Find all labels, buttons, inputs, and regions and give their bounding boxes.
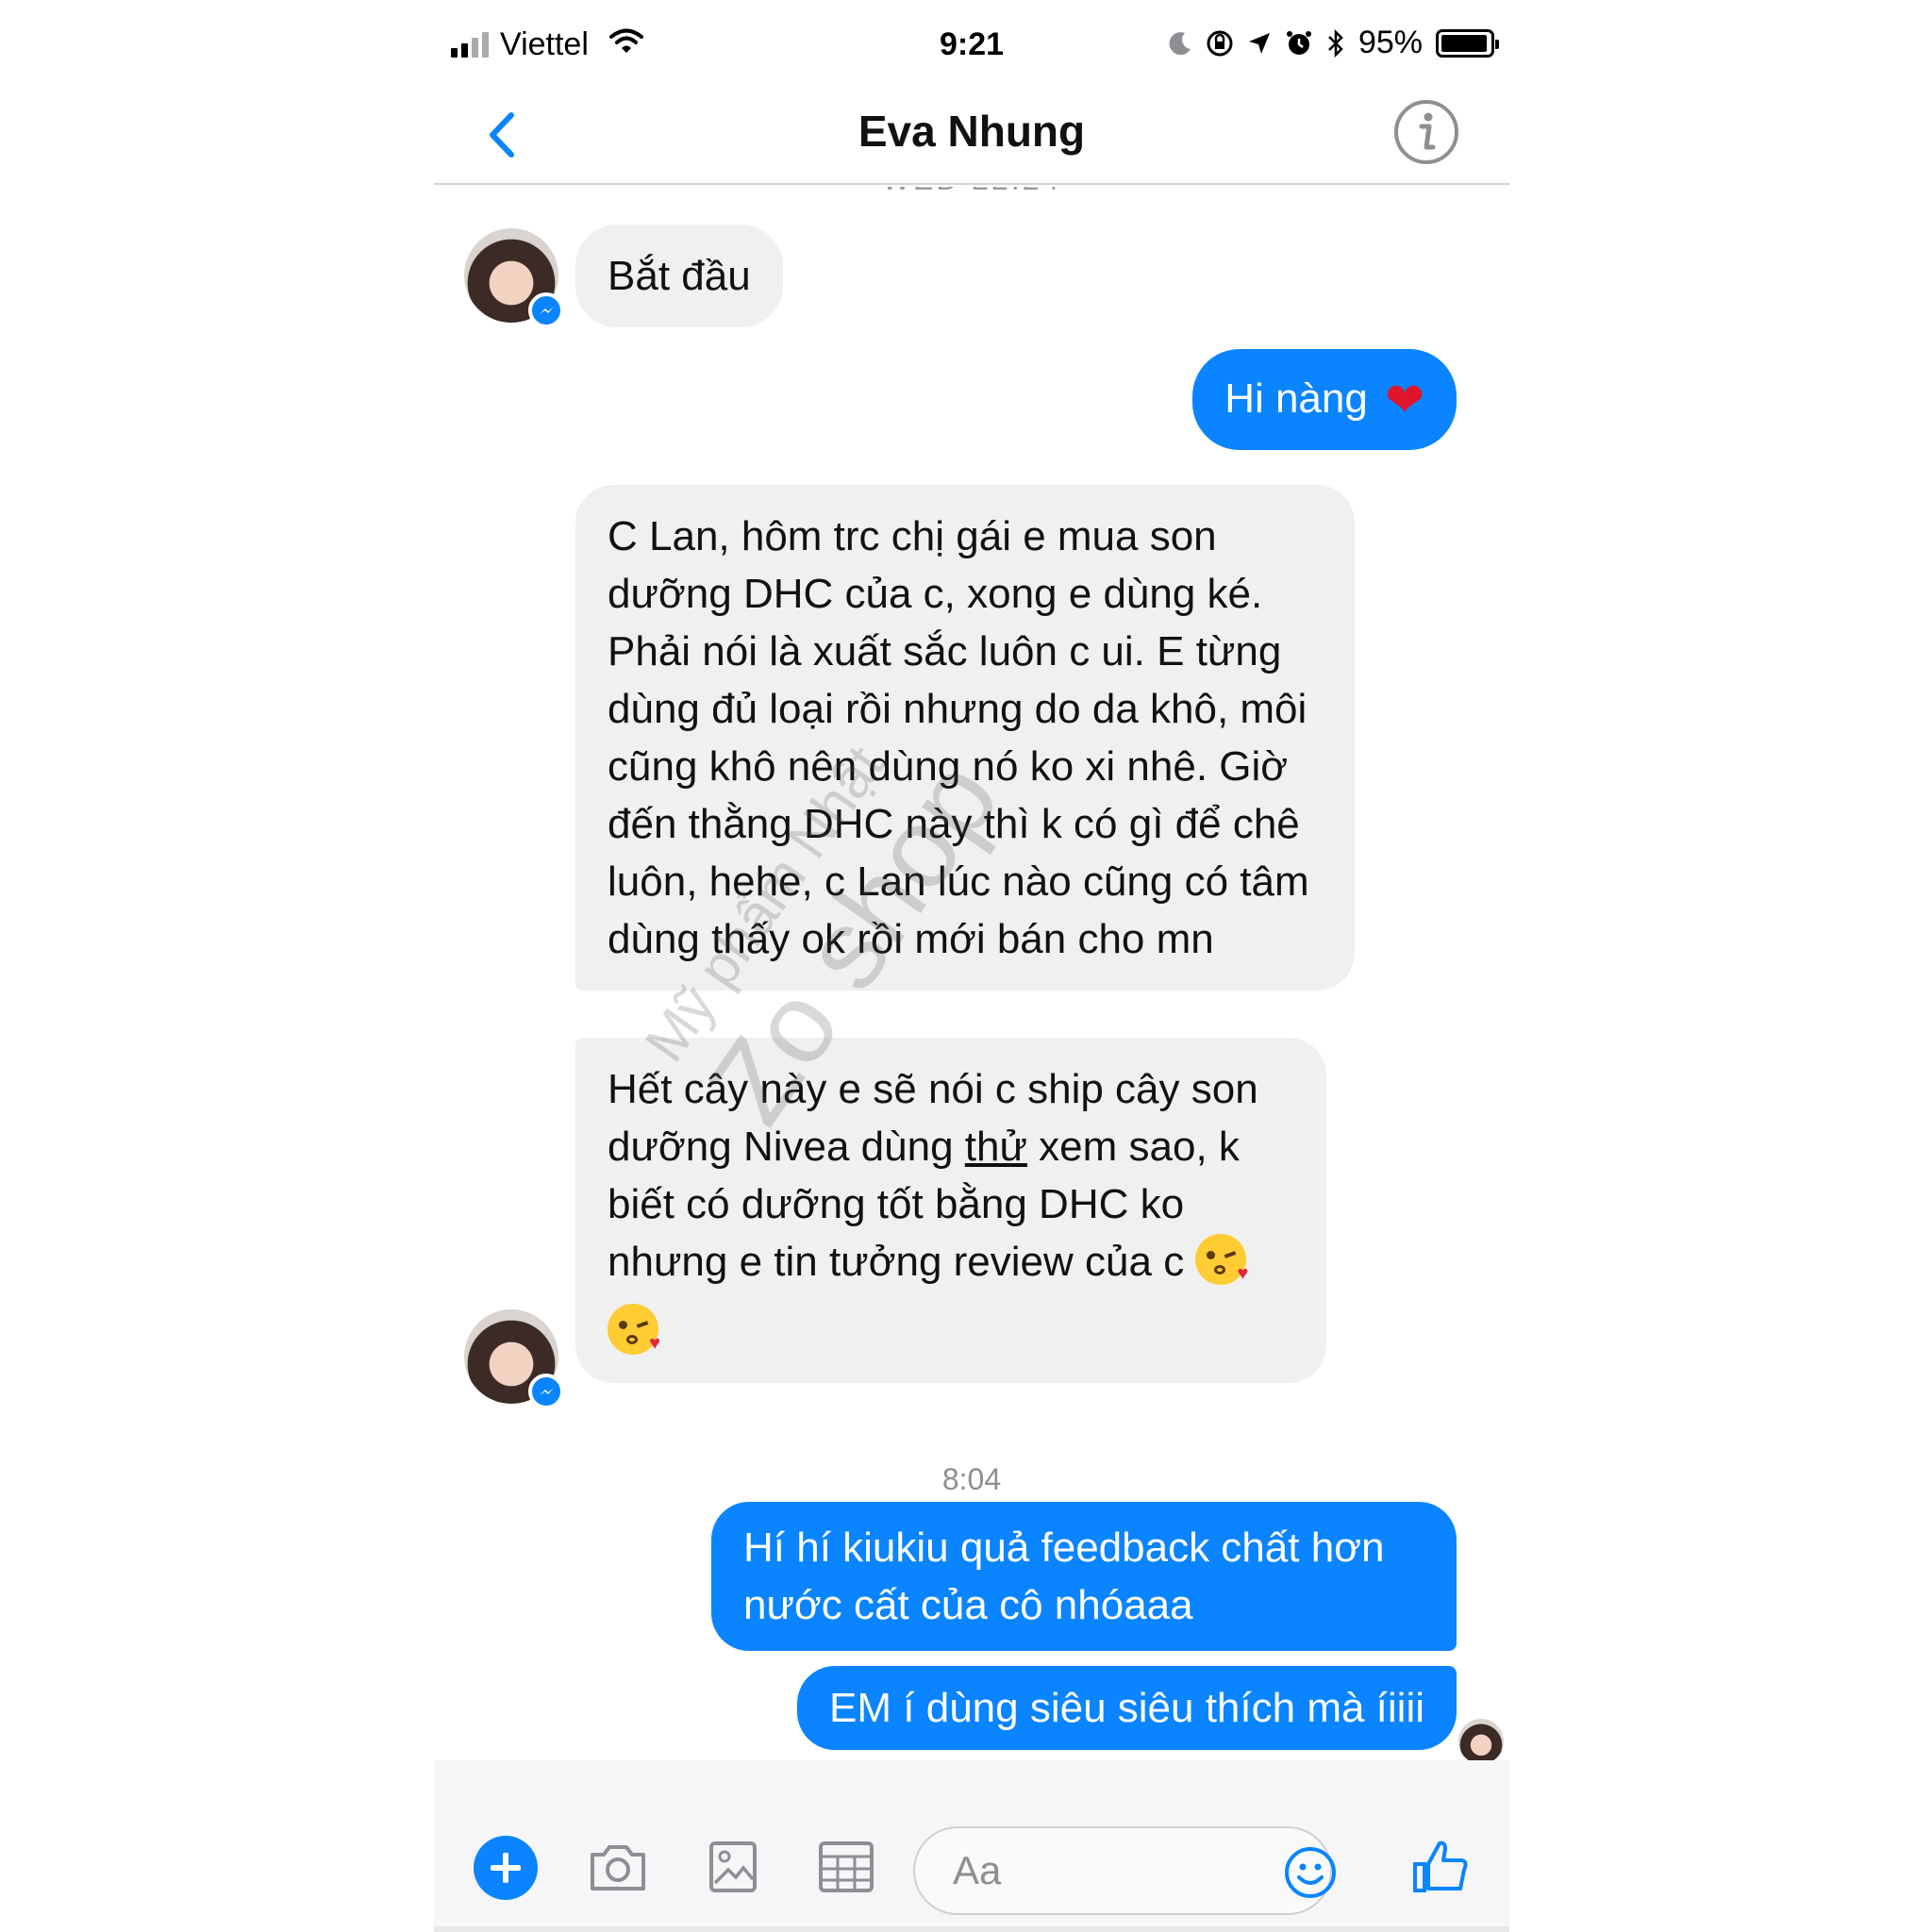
smiley-icon[interactable] bbox=[1283, 1845, 1338, 1900]
contact-name[interactable]: Eva Nhung bbox=[434, 106, 1509, 157]
battery-percent: 95% bbox=[1357, 25, 1423, 60]
composer-bar bbox=[434, 1760, 1509, 1932]
messenger-screen: Viettel 9:21 95% Eva Nhung WED bbox=[434, 0, 1509, 1932]
battery-icon bbox=[1436, 28, 1499, 58]
status-icons: 95% bbox=[1168, 25, 1499, 61]
sticker-grid-icon[interactable] bbox=[815, 1838, 877, 1896]
contact-avatar[interactable] bbox=[464, 1309, 564, 1409]
rotation-lock-icon bbox=[1207, 30, 1233, 56]
kiss-emoji-icon: ♥ bbox=[608, 1304, 660, 1355]
message-bubble-outgoing[interactable]: Hi nàng ❤ bbox=[1192, 349, 1457, 450]
message-bubble-outgoing[interactable]: Hí hí kiukiu quả feedback chất hơn nước … bbox=[711, 1502, 1457, 1651]
thumbs-up-icon[interactable] bbox=[1409, 1836, 1472, 1898]
heart-emoji-icon: ❤ bbox=[1385, 374, 1424, 426]
message-bubble-outgoing[interactable]: EM í dùng siêu siêu thích mà íiiii bbox=[797, 1666, 1457, 1750]
message-bubble-incoming[interactable]: C Lan, hôm trc chị gái e mua son dưỡng D… bbox=[575, 485, 1355, 991]
read-receipt-avatar bbox=[1458, 1719, 1504, 1760]
location-arrow-icon bbox=[1248, 32, 1270, 54]
message-list[interactable]: WED 22:24 Bắt đầu Hi nàng ❤ C Lan, hôm t… bbox=[434, 187, 1509, 1760]
messenger-badge-icon bbox=[528, 1374, 564, 1409]
bluetooth-icon bbox=[1328, 28, 1343, 58]
battery-level bbox=[1441, 34, 1487, 52]
status-bar: Viettel 9:21 95% bbox=[434, 0, 1509, 87]
conversation-header: Eva Nhung bbox=[434, 87, 1509, 185]
date-separator: WED 22:24 bbox=[434, 187, 1509, 197]
message-text-underlined: thử bbox=[964, 1124, 1027, 1170]
info-icon[interactable] bbox=[1391, 96, 1462, 168]
messenger-badge-icon bbox=[528, 292, 564, 328]
message-text: Bắt đầu bbox=[608, 253, 751, 299]
message-text: EM í dùng siêu siêu thích mà íiiii bbox=[829, 1685, 1424, 1731]
message-input[interactable] bbox=[913, 1826, 1332, 1915]
message-timestamp: 8:04 bbox=[941, 1462, 1002, 1496]
message-bubble-incoming[interactable]: Hết cây này e sẽ nói c ship cây son dưỡn… bbox=[575, 1038, 1326, 1383]
contact-avatar[interactable] bbox=[464, 228, 564, 328]
message-bubble-incoming[interactable]: Bắt đầu bbox=[575, 225, 783, 327]
moon-icon bbox=[1169, 31, 1191, 55]
kiss-emoji-icon: ♥ bbox=[1195, 1234, 1248, 1285]
gallery-icon[interactable] bbox=[702, 1838, 764, 1896]
camera-icon[interactable] bbox=[587, 1838, 649, 1896]
message-text: Hi nàng bbox=[1224, 375, 1368, 422]
alarm-icon bbox=[1286, 30, 1311, 55]
plus-button[interactable] bbox=[474, 1836, 538, 1900]
message-text: Hí hí kiukiu quả feedback chất hơn nước … bbox=[743, 1524, 1385, 1628]
bottom-divider bbox=[434, 1926, 1509, 1932]
message-text: C Lan, hôm trc chị gái e mua son dưỡng D… bbox=[608, 513, 1309, 962]
